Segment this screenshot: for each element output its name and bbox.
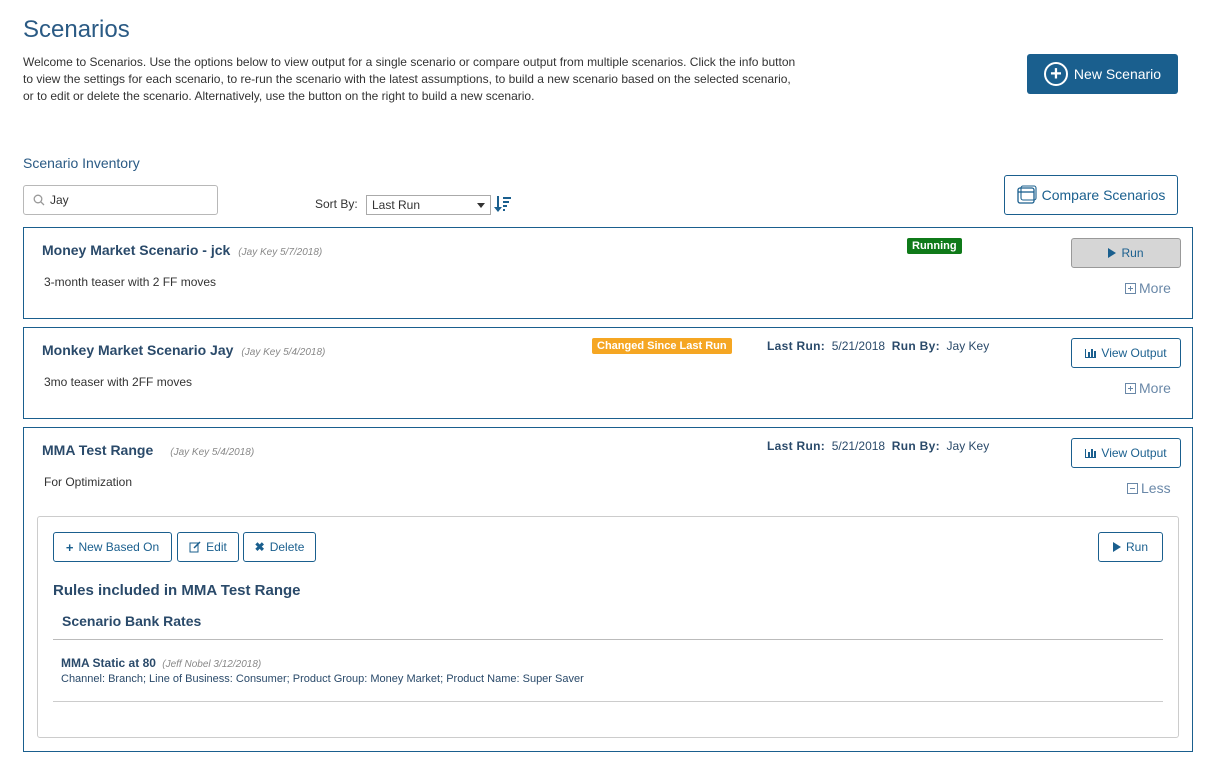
view-output-button[interactable]: View Output (1071, 438, 1181, 468)
search-box (23, 185, 218, 215)
edit-label: Edit (206, 540, 227, 554)
sort-by-label: Sort By: (315, 197, 358, 211)
scenario-name: Monkey Market Scenario Jay (42, 342, 234, 358)
last-run-value: 5/21/2018 (831, 439, 886, 453)
scenario-meta: (Jay Key 5/4/2018) (241, 347, 326, 358)
last-run-info: Last Run: 5/21/2018 Run By: Jay Key (767, 339, 989, 353)
view-output-button[interactable]: View Output (1071, 338, 1181, 368)
plus-square-icon (1125, 382, 1136, 394)
delete-label: Delete (269, 540, 305, 554)
edit-button[interactable]: Edit (177, 532, 239, 562)
last-run-label: Last Run: (767, 439, 826, 453)
search-icon (33, 194, 45, 206)
more-label: More (1139, 380, 1171, 396)
last-run-info: Last Run: 5/21/2018 Run By: Jay Key (767, 439, 989, 453)
rule-title[interactable]: MMA Static at 80 (Jeff Nobel 3/12/2018) (61, 656, 261, 670)
window-icon (1016, 185, 1037, 204)
scenario-meta: (Jay Key 5/7/2018) (238, 247, 323, 258)
compare-scenarios-label: Compare Scenarios (1041, 187, 1166, 203)
plus-icon: + (65, 539, 74, 555)
new-based-on-label: New Based On (78, 540, 160, 554)
divider (53, 639, 1163, 640)
rule-detail: Channel: Branch; Line of Business: Consu… (61, 673, 584, 685)
view-output-label: View Output (1101, 446, 1167, 460)
scenario-card-expanded: MMA Test Range (Jay Key 5/4/2018) For Opt… (23, 427, 1193, 752)
view-output-label: View Output (1101, 346, 1167, 360)
play-icon (1112, 542, 1121, 552)
rule-name: MMA Static at 80 (61, 656, 156, 670)
chevron-down-icon (477, 202, 485, 208)
compare-scenarios-button[interactable]: Compare Scenarios (1004, 175, 1178, 215)
new-scenario-button[interactable]: + New Scenario (1027, 54, 1178, 94)
bar-chart-icon (1085, 448, 1097, 458)
bar-chart-icon (1085, 348, 1097, 358)
rules-title: Rules included in MMA Test Range (53, 582, 301, 599)
scenario-title[interactable]: MMA Test Range (Jay Key 5/4/2018) (42, 442, 254, 458)
close-icon: ✖ (254, 540, 265, 554)
more-label: More (1139, 280, 1171, 296)
less-toggle[interactable]: Less (1127, 480, 1171, 496)
run-by-label: Run By: (891, 339, 940, 353)
new-based-on-button[interactable]: + New Based On (53, 532, 172, 562)
scenario-meta: (Jay Key 5/4/2018) (170, 447, 255, 458)
edit-icon (189, 541, 201, 553)
less-label: Less (1141, 480, 1171, 496)
scenario-title[interactable]: Money Market Scenario - jck (Jay Key 5/7/… (42, 242, 322, 258)
delete-button[interactable]: ✖ Delete (243, 532, 316, 562)
rule-meta: (Jeff Nobel 3/12/2018) (162, 659, 262, 670)
last-run-label: Last Run: (767, 339, 826, 353)
status-badge-running: Running (907, 238, 962, 254)
scenario-card: Money Market Scenario - jck (Jay Key 5/7/… (23, 227, 1193, 319)
rules-group-title: Scenario Bank Rates (62, 613, 202, 629)
scenario-card: Monkey Market Scenario Jay (Jay Key 5/4/2… (23, 327, 1193, 419)
status-badge-changed: Changed Since Last Run (592, 338, 732, 354)
last-run-value: 5/21/2018 (831, 339, 886, 353)
scenario-name: Money Market Scenario - jck (42, 242, 231, 258)
run-label: Run (1125, 540, 1148, 554)
sort-by-value: Last Run (372, 198, 421, 212)
play-icon (1108, 248, 1117, 258)
page-title: Scenarios (23, 16, 130, 43)
plus-circle-icon: + (1043, 62, 1068, 86)
run-by-value: Jay Key (946, 439, 990, 453)
run-button[interactable]: Run (1098, 532, 1163, 562)
sort-by-select[interactable]: Last Run (366, 195, 491, 215)
scenario-description: 3-month teaser with 2 FF moves (44, 275, 217, 289)
scenario-name: MMA Test Range (42, 442, 154, 458)
run-label: Run (1121, 246, 1144, 260)
sort-descending-icon[interactable] (494, 195, 511, 213)
intro-text: Welcome to Scenarios. Use the options be… (23, 55, 796, 103)
scenario-title[interactable]: Monkey Market Scenario Jay (Jay Key 5/4/2… (42, 342, 325, 358)
run-by-value: Jay Key (946, 339, 990, 353)
minus-square-icon (1127, 482, 1138, 494)
scenario-description: For Optimization (44, 475, 133, 489)
run-by-label: Run By: (891, 439, 940, 453)
divider (53, 701, 1163, 702)
more-toggle[interactable]: More (1125, 280, 1171, 296)
new-scenario-label: New Scenario (1073, 66, 1162, 82)
run-button[interactable]: Run (1071, 238, 1181, 268)
scenario-inventory-label: Scenario Inventory (23, 155, 140, 171)
scenario-description: 3mo teaser with 2FF moves (44, 375, 193, 389)
plus-square-icon (1125, 282, 1136, 294)
more-toggle[interactable]: More (1125, 380, 1171, 396)
search-input[interactable] (50, 193, 200, 207)
scenario-details-panel: + New Based On Edit ✖ Delete Run Rules i… (37, 516, 1179, 738)
